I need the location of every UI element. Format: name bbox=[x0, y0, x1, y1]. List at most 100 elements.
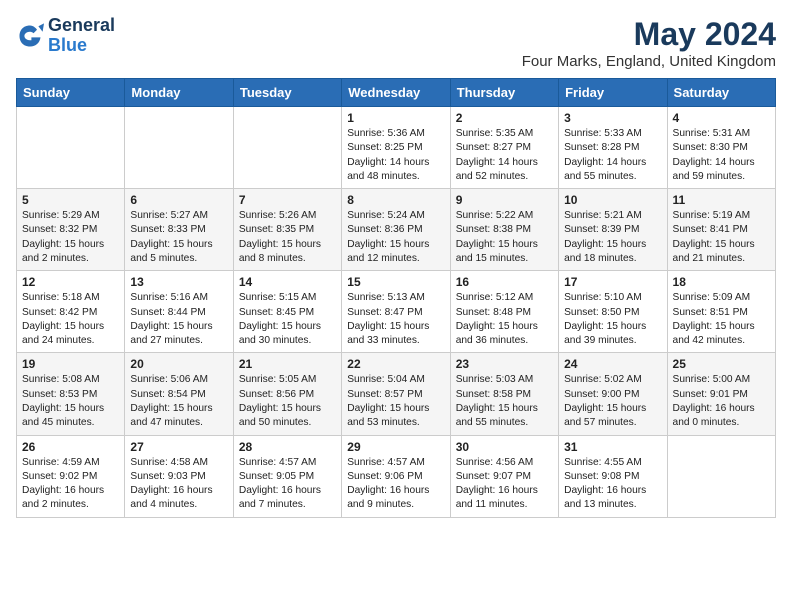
day-info: Sunrise: 5:13 AMSunset: 8:47 PMDaylight:… bbox=[347, 291, 444, 348]
day-info: Sunrise: 5:36 AMSunset: 8:25 PMDaylight:… bbox=[347, 127, 444, 184]
day-number: 30 bbox=[456, 440, 553, 454]
day-number: 6 bbox=[130, 193, 227, 207]
header-sunday: Sunday bbox=[17, 79, 125, 107]
day-number: 28 bbox=[239, 440, 336, 454]
day-info: Sunrise: 5:10 AMSunset: 8:50 PMDaylight:… bbox=[564, 291, 661, 348]
day-info: Sunrise: 5:27 AMSunset: 8:33 PMDaylight:… bbox=[130, 209, 227, 266]
day-info: Sunrise: 5:33 AMSunset: 8:28 PMDaylight:… bbox=[564, 127, 661, 184]
calendar-cell-w3-d6: 17Sunrise: 5:10 AMSunset: 8:50 PMDayligh… bbox=[559, 271, 667, 353]
logo-general-text: General bbox=[48, 15, 115, 35]
header: General Blue May 2024 Four Marks, Englan… bbox=[16, 16, 776, 70]
calendar-cell-w3-d4: 15 Sunrise: 5:13 AMSunset: 8:47 PMDayligh… bbox=[342, 271, 450, 353]
calendar-cell-w2-d5: 9 Sunrise: 5:22 AMSunset: 8:38 PMDaylight… bbox=[450, 189, 558, 271]
day-info: Sunrise: 4:57 AMSunset: 9:05 PMDaylight:… bbox=[239, 456, 336, 513]
header-monday: Monday bbox=[125, 79, 233, 107]
header-tuesday: Tuesday bbox=[233, 79, 341, 107]
calendar-cell-w4-d3: 21 Sunrise: 5:05 AMSunset: 8:56 PMDayligh… bbox=[233, 353, 341, 435]
day-info: Sunrise: 5:05 AMSunset: 8:56 PMDaylight:… bbox=[239, 373, 336, 430]
calendar-cell-w1-d1 bbox=[17, 107, 125, 189]
header-thursday: Thursday bbox=[450, 79, 558, 107]
day-info: Sunrise: 5:15 AMSunset: 8:45 PMDaylight:… bbox=[239, 291, 336, 348]
logo: General Blue bbox=[16, 16, 115, 56]
day-number: 22 bbox=[347, 357, 444, 371]
day-number: 20 bbox=[130, 357, 227, 371]
calendar-cell-w1-d5: 2Sunrise: 5:35 AMSunset: 8:27 PMDaylight… bbox=[450, 107, 558, 189]
day-info: Sunrise: 5:09 AMSunset: 8:51 PMDaylight:… bbox=[673, 291, 770, 348]
day-info: Sunrise: 4:58 AMSunset: 9:03 PMDaylight:… bbox=[130, 456, 227, 513]
header-friday: Friday bbox=[559, 79, 667, 107]
day-info: Sunrise: 4:59 AMSunset: 9:02 PMDaylight:… bbox=[22, 456, 119, 513]
calendar-cell-w2-d3: 7Sunrise: 5:26 AMSunset: 8:35 PMDaylight… bbox=[233, 189, 341, 271]
day-info: Sunrise: 5:22 AMSunset: 8:38 PMDaylight:… bbox=[456, 209, 553, 266]
day-number: 29 bbox=[347, 440, 444, 454]
calendar-cell-w4-d4: 22Sunrise: 5:04 AMSunset: 8:57 PMDayligh… bbox=[342, 353, 450, 435]
calendar-cell-w2-d4: 8 Sunrise: 5:24 AMSunset: 8:36 PMDaylight… bbox=[342, 189, 450, 271]
calendar-cell-w1-d4: 1 Sunrise: 5:36 AMSunset: 8:25 PMDaylight… bbox=[342, 107, 450, 189]
day-number: 5 bbox=[22, 193, 119, 207]
calendar-cell-w1-d6: 3 Sunrise: 5:33 AMSunset: 8:28 PMDaylight… bbox=[559, 107, 667, 189]
day-info: Sunrise: 5:19 AMSunset: 8:41 PMDaylight:… bbox=[673, 209, 770, 266]
day-number: 2 bbox=[456, 111, 553, 125]
day-info: Sunrise: 5:29 AMSunset: 8:32 PMDaylight:… bbox=[22, 209, 119, 266]
calendar-cell-w5-d1: 26 Sunrise: 4:59 AMSunset: 9:02 PMDayligh… bbox=[17, 435, 125, 517]
calendar-table: Sunday Monday Tuesday Wednesday Thursday… bbox=[16, 78, 776, 518]
day-info: Sunrise: 5:24 AMSunset: 8:36 PMDaylight:… bbox=[347, 209, 444, 266]
logo-icon bbox=[16, 22, 44, 50]
day-info: Sunrise: 5:08 AMSunset: 8:53 PMDaylight:… bbox=[22, 373, 119, 430]
day-number: 12 bbox=[22, 275, 119, 289]
day-number: 9 bbox=[456, 193, 553, 207]
day-number: 10 bbox=[564, 193, 661, 207]
day-number: 7 bbox=[239, 193, 336, 207]
calendar-cell-w5-d2: 27Sunrise: 4:58 AMSunset: 9:03 PMDayligh… bbox=[125, 435, 233, 517]
calendar-cell-w1-d7: 4 Sunrise: 5:31 AMSunset: 8:30 PMDaylight… bbox=[667, 107, 775, 189]
day-info: Sunrise: 4:56 AMSunset: 9:07 PMDaylight:… bbox=[456, 456, 553, 513]
day-number: 11 bbox=[673, 193, 770, 207]
day-number: 1 bbox=[347, 111, 444, 125]
calendar-cell-w3-d5: 16 Sunrise: 5:12 AMSunset: 8:48 PMDayligh… bbox=[450, 271, 558, 353]
title-section: May 2024 Four Marks, England, United Kin… bbox=[522, 16, 776, 70]
calendar-week-3: 12 Sunrise: 5:18 AMSunset: 8:42 PMDayligh… bbox=[17, 271, 776, 353]
logo-text: General Blue bbox=[48, 16, 115, 56]
day-number: 21 bbox=[239, 357, 336, 371]
calendar-week-2: 5 Sunrise: 5:29 AMSunset: 8:32 PMDaylight… bbox=[17, 189, 776, 271]
calendar-cell-w1-d2 bbox=[125, 107, 233, 189]
day-number: 26 bbox=[22, 440, 119, 454]
header-saturday: Saturday bbox=[667, 79, 775, 107]
day-number: 14 bbox=[239, 275, 336, 289]
location-subtitle: Four Marks, England, United Kingdom bbox=[522, 53, 776, 70]
calendar-cell-w1-d3 bbox=[233, 107, 341, 189]
calendar-cell-w4-d7: 25Sunrise: 5:00 AMSunset: 9:01 PMDayligh… bbox=[667, 353, 775, 435]
day-number: 24 bbox=[564, 357, 661, 371]
day-info: Sunrise: 4:55 AMSunset: 9:08 PMDaylight:… bbox=[564, 456, 661, 513]
day-number: 15 bbox=[347, 275, 444, 289]
day-number: 25 bbox=[673, 357, 770, 371]
calendar-cell-w5-d6: 31 Sunrise: 4:55 AMSunset: 9:08 PMDayligh… bbox=[559, 435, 667, 517]
calendar-cell-w4-d1: 19Sunrise: 5:08 AMSunset: 8:53 PMDayligh… bbox=[17, 353, 125, 435]
day-number: 8 bbox=[347, 193, 444, 207]
calendar-cell-w4-d2: 20 Sunrise: 5:06 AMSunset: 8:54 PMDayligh… bbox=[125, 353, 233, 435]
day-info: Sunrise: 5:06 AMSunset: 8:54 PMDaylight:… bbox=[130, 373, 227, 430]
calendar-cell-w4-d6: 24 Sunrise: 5:02 AMSunset: 9:00 PMDayligh… bbox=[559, 353, 667, 435]
day-info: Sunrise: 5:18 AMSunset: 8:42 PMDaylight:… bbox=[22, 291, 119, 348]
day-info: Sunrise: 5:31 AMSunset: 8:30 PMDaylight:… bbox=[673, 127, 770, 184]
calendar-week-1: 1 Sunrise: 5:36 AMSunset: 8:25 PMDaylight… bbox=[17, 107, 776, 189]
calendar-week-4: 19Sunrise: 5:08 AMSunset: 8:53 PMDayligh… bbox=[17, 353, 776, 435]
calendar-cell-w3-d1: 12 Sunrise: 5:18 AMSunset: 8:42 PMDayligh… bbox=[17, 271, 125, 353]
day-number: 31 bbox=[564, 440, 661, 454]
day-info: Sunrise: 5:12 AMSunset: 8:48 PMDaylight:… bbox=[456, 291, 553, 348]
calendar-cell-w5-d7 bbox=[667, 435, 775, 517]
header-wednesday: Wednesday bbox=[342, 79, 450, 107]
day-number: 16 bbox=[456, 275, 553, 289]
day-number: 3 bbox=[564, 111, 661, 125]
month-year-title: May 2024 bbox=[522, 16, 776, 53]
day-number: 4 bbox=[673, 111, 770, 125]
calendar-cell-w2-d7: 11 Sunrise: 5:19 AMSunset: 8:41 PMDayligh… bbox=[667, 189, 775, 271]
day-number: 13 bbox=[130, 275, 227, 289]
day-number: 23 bbox=[456, 357, 553, 371]
calendar-cell-w5-d3: 28 Sunrise: 4:57 AMSunset: 9:05 PMDayligh… bbox=[233, 435, 341, 517]
day-info: Sunrise: 5:16 AMSunset: 8:44 PMDaylight:… bbox=[130, 291, 227, 348]
day-number: 18 bbox=[673, 275, 770, 289]
page-container: General Blue May 2024 Four Marks, Englan… bbox=[16, 16, 776, 518]
day-info: Sunrise: 4:57 AMSunset: 9:06 PMDaylight:… bbox=[347, 456, 444, 513]
day-info: Sunrise: 5:02 AMSunset: 9:00 PMDaylight:… bbox=[564, 373, 661, 430]
